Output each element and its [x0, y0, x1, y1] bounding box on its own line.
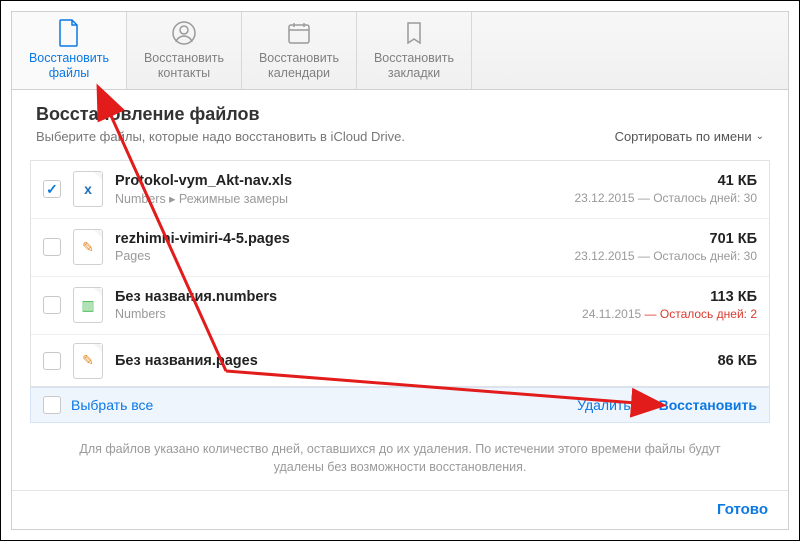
select-all-checkbox[interactable]	[43, 396, 61, 414]
subheader-row: Выберите файлы, которые надо восстановит…	[36, 129, 764, 144]
delete-link[interactable]: Удалить	[577, 397, 630, 413]
file-size: 701 КБ	[574, 231, 757, 247]
file-list: x Protokol-vym_Akt-nav.xls Numbers ▸ Реж…	[30, 160, 770, 387]
file-row[interactable]: ✎ Без названия.pages 86 КБ	[31, 335, 769, 387]
calendar-icon	[285, 19, 313, 47]
file-info: Protokol-vym_Akt-nav.xls Numbers ▸ Режим…	[115, 173, 562, 206]
tab-label: файлы	[49, 66, 90, 81]
checkbox[interactable]	[43, 238, 61, 256]
tab-label: Восстановить	[259, 51, 339, 66]
file-icon	[55, 19, 83, 47]
file-meta: 113 КБ 24.11.2015 — Осталось дней: 2	[582, 289, 757, 321]
sort-dropdown[interactable]: Сортировать по имени ⌄	[615, 129, 764, 144]
tab-label: календари	[268, 66, 330, 81]
file-row[interactable]: x Protokol-vym_Akt-nav.xls Numbers ▸ Реж…	[31, 161, 769, 219]
file-meta: 41 КБ 23.12.2015 — Осталось дней: 30	[574, 173, 757, 205]
restore-link[interactable]: Восстановить	[659, 397, 757, 413]
page-title: Восстановление файлов	[36, 104, 764, 125]
done-button[interactable]: Готово	[717, 501, 768, 518]
section-header: Восстановление файлов Выберите файлы, ко…	[12, 90, 788, 150]
file-meta: 701 КБ 23.12.2015 — Осталось дней: 30	[574, 231, 757, 263]
select-all-link[interactable]: Выбрать все	[71, 397, 153, 413]
tab-restore-bookmarks[interactable]: Восстановить закладки	[357, 12, 472, 89]
tab-restore-contacts[interactable]: Восстановить контакты	[127, 12, 242, 89]
tab-label: контакты	[158, 66, 210, 81]
file-type-icon: ✎	[73, 343, 103, 379]
file-size: 41 КБ	[574, 173, 757, 189]
file-name: Без названия.numbers	[115, 289, 570, 305]
info-note: Для файлов указано количество дней, оста…	[12, 423, 788, 490]
file-name: rezhimni-vimiri-4-5.pages	[115, 231, 562, 247]
file-row[interactable]: ✎ rezhimni-vimiri-4-5.pages Pages 701 КБ…	[31, 219, 769, 277]
file-info: Без названия.pages	[115, 353, 706, 369]
file-name: Без названия.pages	[115, 353, 706, 369]
file-date-remaining: 23.12.2015 — Осталось дней: 30	[574, 249, 757, 263]
page-subtitle: Выберите файлы, которые надо восстановит…	[36, 129, 405, 144]
tab-label: Восстановить	[29, 51, 109, 66]
tab-restore-calendars[interactable]: Восстановить календари	[242, 12, 357, 89]
tab-label: закладки	[388, 66, 440, 81]
file-date-remaining: 24.11.2015 — Осталось дней: 2	[582, 307, 757, 321]
panel: Восстановить файлы Восстановить контакты…	[11, 11, 789, 530]
file-location: Pages	[115, 249, 562, 263]
file-type-icon: x	[73, 171, 103, 207]
checkbox[interactable]	[43, 296, 61, 314]
tab-label: Восстановить	[144, 51, 224, 66]
footer: Готово	[12, 490, 788, 529]
checkbox[interactable]	[43, 180, 61, 198]
contact-icon	[170, 19, 198, 47]
file-info: rezhimni-vimiri-4-5.pages Pages	[115, 231, 562, 263]
file-name: Protokol-vym_Akt-nav.xls	[115, 173, 562, 189]
tab-restore-files[interactable]: Восстановить файлы	[12, 12, 127, 89]
file-location: Numbers ▸ Режимные замеры	[115, 191, 562, 206]
file-date-remaining: 23.12.2015 — Осталось дней: 30	[574, 191, 757, 205]
checkbox[interactable]	[43, 352, 61, 370]
sort-label: Сортировать по имени	[615, 129, 752, 144]
action-bar: Выбрать все Удалить Восстановить	[30, 387, 770, 423]
file-size: 113 КБ	[582, 289, 757, 305]
bookmark-icon	[400, 19, 428, 47]
file-info: Без названия.numbers Numbers	[115, 289, 570, 321]
file-type-icon: ▥	[73, 287, 103, 323]
file-row[interactable]: ▥ Без названия.numbers Numbers 113 КБ 24…	[31, 277, 769, 335]
chevron-down-icon: ⌄	[756, 131, 764, 142]
tab-label: Восстановить	[374, 51, 454, 66]
file-size: 86 КБ	[718, 353, 757, 369]
app-window: Восстановить файлы Восстановить контакты…	[0, 0, 800, 541]
file-meta: 86 КБ	[718, 353, 757, 369]
tab-bar: Восстановить файлы Восстановить контакты…	[12, 12, 788, 90]
file-type-icon: ✎	[73, 229, 103, 265]
file-location: Numbers	[115, 307, 570, 321]
